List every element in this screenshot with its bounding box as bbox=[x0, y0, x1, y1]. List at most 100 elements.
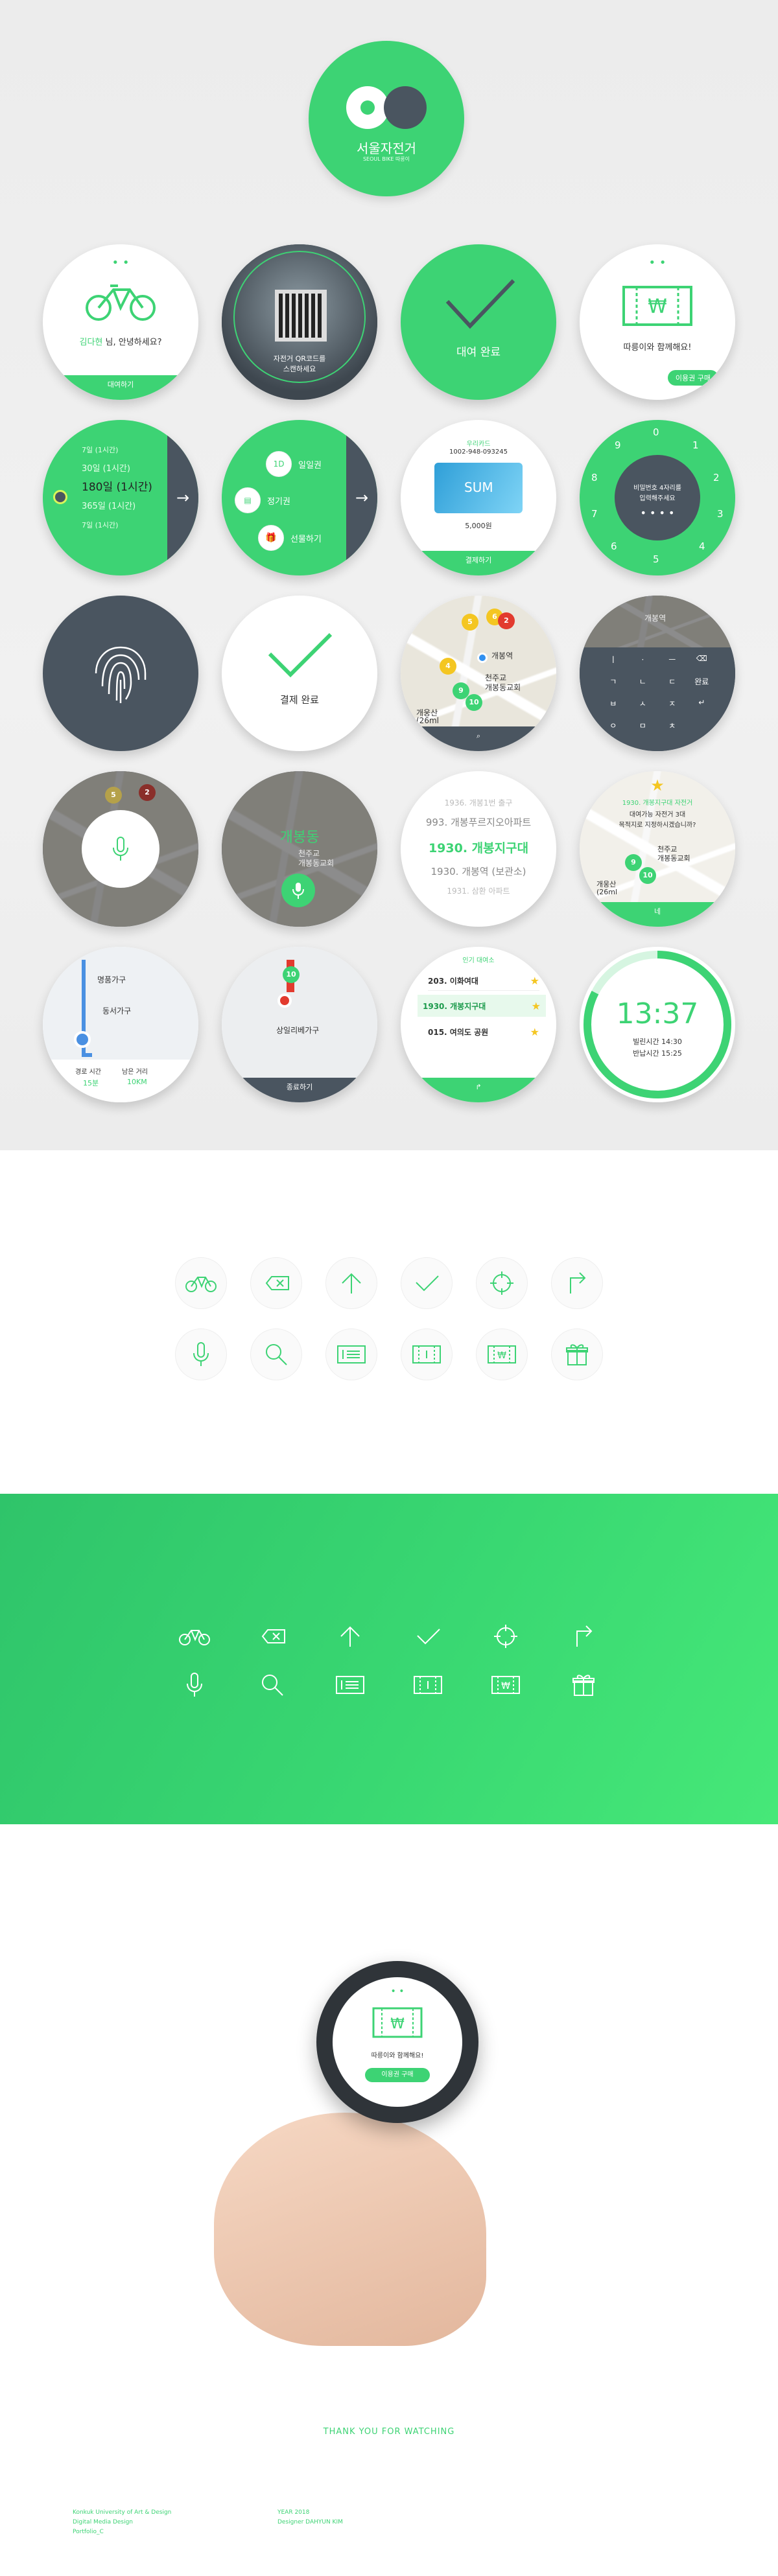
menu-item-gift[interactable]: 🎁 선물하기 bbox=[258, 525, 322, 551]
ticket-won-icon: ₩ bbox=[372, 2007, 423, 2038]
route-distance: 10KM bbox=[127, 1078, 147, 1086]
station-item-selected[interactable]: 1930. 개봉지구대 bbox=[401, 839, 556, 856]
screen-buy-button[interactable]: 이용권 구매 bbox=[365, 2068, 430, 2082]
watch-device: • • ₩ 따릉이와 함께해요! 이용권 구매 bbox=[316, 1961, 478, 2123]
pin-prompt-2: 입력해주세요 bbox=[639, 495, 676, 502]
mic-button[interactable] bbox=[281, 874, 315, 907]
turn-right-icon: ↱ bbox=[475, 1083, 482, 1091]
watch-payment-complete: 결제 완료 bbox=[222, 596, 377, 751]
period-option[interactable]: 30일 (1시간) bbox=[60, 459, 152, 478]
mic-icon bbox=[175, 1329, 227, 1380]
korean-keyboard[interactable]: ㅣㆍㅡ ⌫ ㄱㄴㄷ 완료 ㅂㅅㅈ ↵ ㅇㅁㅊ bbox=[580, 647, 735, 751]
buy-ticket-button[interactable]: 이용권 구매 bbox=[667, 370, 718, 386]
confirm-yes-button[interactable]: 네 bbox=[580, 902, 735, 927]
credit-card[interactable]: SUM bbox=[434, 463, 523, 513]
watch-card-payment: 우리카드 1002-948-093245 SUM 5,000원 결제하기 bbox=[401, 420, 556, 575]
logo-subtitle: SEOUL BIKE 따릉이 bbox=[362, 156, 410, 162]
menu-item-season[interactable]: ▤ 정기권 bbox=[235, 487, 290, 513]
key-1[interactable]: 1 bbox=[692, 439, 699, 451]
ticket-one-icon bbox=[408, 1669, 447, 1701]
screen-text: 따릉이와 함께해요! bbox=[371, 2052, 424, 2060]
period-option[interactable]: 365일 (1시간) bbox=[60, 497, 152, 516]
star-icon[interactable]: ★ bbox=[530, 1026, 539, 1038]
qr-instruction-2: 스캔하세요 bbox=[283, 365, 316, 373]
navigate-button[interactable]: ↱ bbox=[401, 1078, 556, 1102]
watch-voice-result: 개봉동 천주교 개봉동교회 bbox=[222, 771, 377, 927]
key-5[interactable]: 5 bbox=[653, 553, 659, 565]
alert-line2: 목적지로 지정하시겠습니까? bbox=[619, 822, 696, 829]
watch-route: 명품가구 동서가구 경로 시간 남은 거리 15분 10KM bbox=[43, 947, 198, 1102]
footer-department: Digital Media Design bbox=[73, 2519, 134, 2525]
watch-greeting-screen: • • 김다현 님, 안녕하세요? 대여하기 bbox=[43, 244, 198, 400]
user-name: 김다현 bbox=[79, 338, 103, 347]
station-item[interactable]: 1936. 개봉1번 출구 bbox=[401, 797, 556, 808]
check-icon bbox=[401, 1257, 453, 1309]
period-list: 7일 (1시간) 30일 (1시간) 180일 (1시간) 365일 (1시간)… bbox=[60, 441, 152, 535]
icon-showcase-green: ₩ bbox=[0, 1494, 778, 1824]
map-label-station: 개봉역 bbox=[491, 651, 513, 660]
key-2[interactable]: 2 bbox=[713, 472, 720, 483]
radio-selected[interactable] bbox=[53, 490, 67, 504]
key-7[interactable]: 7 bbox=[591, 508, 598, 520]
pay-button[interactable]: 결제하기 bbox=[401, 551, 556, 575]
gift-icon: 🎁 bbox=[258, 525, 284, 551]
icon-row-2: ₩ bbox=[175, 1329, 603, 1380]
logo-white-circle bbox=[346, 86, 389, 129]
ticket-one-icon bbox=[401, 1329, 453, 1380]
gift-icon bbox=[564, 1669, 603, 1701]
star-icon[interactable]: ★ bbox=[530, 975, 539, 987]
favorite-item-selected[interactable]: 1930. 개봉지구대 ★ bbox=[418, 995, 546, 1017]
favorites-header: 인기 대여소 bbox=[462, 957, 495, 964]
star-icon[interactable]: ★ bbox=[532, 1000, 541, 1012]
star-icon: ★ bbox=[650, 776, 665, 795]
next-arrow-icon[interactable]: → bbox=[346, 420, 377, 575]
favorite-item[interactable]: 203. 이화여대 ★ bbox=[428, 971, 539, 991]
station-item[interactable]: 993. 개봉푸르지오아파트 bbox=[401, 815, 556, 829]
station-item[interactable]: 1930. 개봉역 (보관소) bbox=[401, 864, 556, 878]
fingerprint-icon[interactable] bbox=[88, 641, 153, 706]
key-0[interactable]: 0 bbox=[653, 426, 659, 438]
payment-complete-label: 결제 완료 bbox=[280, 694, 319, 706]
menu-item-daily[interactable]: 1D 일일권 bbox=[266, 451, 322, 477]
key-4[interactable]: 4 bbox=[699, 540, 705, 552]
footer-portfolio: Portfolio_C bbox=[73, 2529, 104, 2535]
bike-icon bbox=[175, 1257, 227, 1309]
key-6[interactable]: 6 bbox=[611, 540, 617, 552]
map-label-place: 상일리베가구 bbox=[276, 1026, 320, 1035]
check-icon bbox=[408, 1620, 447, 1653]
period-option[interactable]: 7일 (1시간) bbox=[60, 516, 152, 535]
next-arrow-icon[interactable]: → bbox=[167, 420, 198, 575]
mic-button[interactable] bbox=[82, 810, 159, 888]
map-label-station: 개봉역 bbox=[644, 614, 666, 623]
end-route-button[interactable]: 종료하기 bbox=[222, 1078, 377, 1102]
station-item[interactable]: 1931. 삼환 아파트 bbox=[401, 885, 556, 896]
map-label-height: (26ml bbox=[596, 888, 618, 896]
pin-prompt-1: 비밀번호 4자리를 bbox=[633, 485, 681, 492]
watch-ticket-menu: → 1D 일일권 ▤ 정기권 🎁 선물하기 bbox=[222, 420, 377, 575]
map-label-church2: 개봉동교회 bbox=[485, 683, 521, 692]
turn-right-icon bbox=[564, 1620, 603, 1653]
clock-time: 13:37 bbox=[616, 997, 699, 1030]
watch-rent-complete: 대여 완료 bbox=[401, 244, 556, 400]
search-icon bbox=[253, 1669, 292, 1701]
period-option[interactable]: 7일 (1시간) bbox=[60, 441, 152, 459]
svg-text:₩: ₩ bbox=[497, 1351, 506, 1361]
key-3[interactable]: 3 bbox=[717, 508, 724, 520]
key-9[interactable]: 9 bbox=[615, 439, 621, 451]
rent-button[interactable]: 대여하기 bbox=[43, 375, 198, 400]
favorite-item[interactable]: 015. 여의도 공원 ★ bbox=[428, 1022, 539, 1041]
rent-time: 14:30 bbox=[661, 1038, 682, 1046]
search-icon: ⌕ bbox=[476, 732, 481, 740]
card-number: 1002-948-093245 bbox=[449, 448, 508, 456]
delete-icon bbox=[250, 1257, 302, 1309]
period-option-selected[interactable]: 180일 (1시간) bbox=[60, 478, 152, 497]
watch-favorites: 인기 대여소 203. 이화여대 ★ 1930. 개봉지구대 ★ 015. 여의도 … bbox=[401, 947, 556, 1102]
arrow-up-icon bbox=[325, 1257, 377, 1309]
footer-left: Konkuk University of Art & Design Digita… bbox=[73, 2508, 171, 2537]
key-8[interactable]: 8 bbox=[591, 472, 598, 483]
thank-you-text: THANK YOU FOR WATCHING bbox=[323, 2427, 455, 2437]
watch-map-keyboard: 개봉역 ㅣㆍㅡ ⌫ ㄱㄴㄷ 완료 ㅂㅅㅈ ↵ ㅇㅁㅊ bbox=[580, 596, 735, 751]
search-button[interactable]: ⌕ bbox=[401, 726, 556, 751]
current-location-marker bbox=[477, 653, 488, 663]
search-icon bbox=[250, 1329, 302, 1380]
